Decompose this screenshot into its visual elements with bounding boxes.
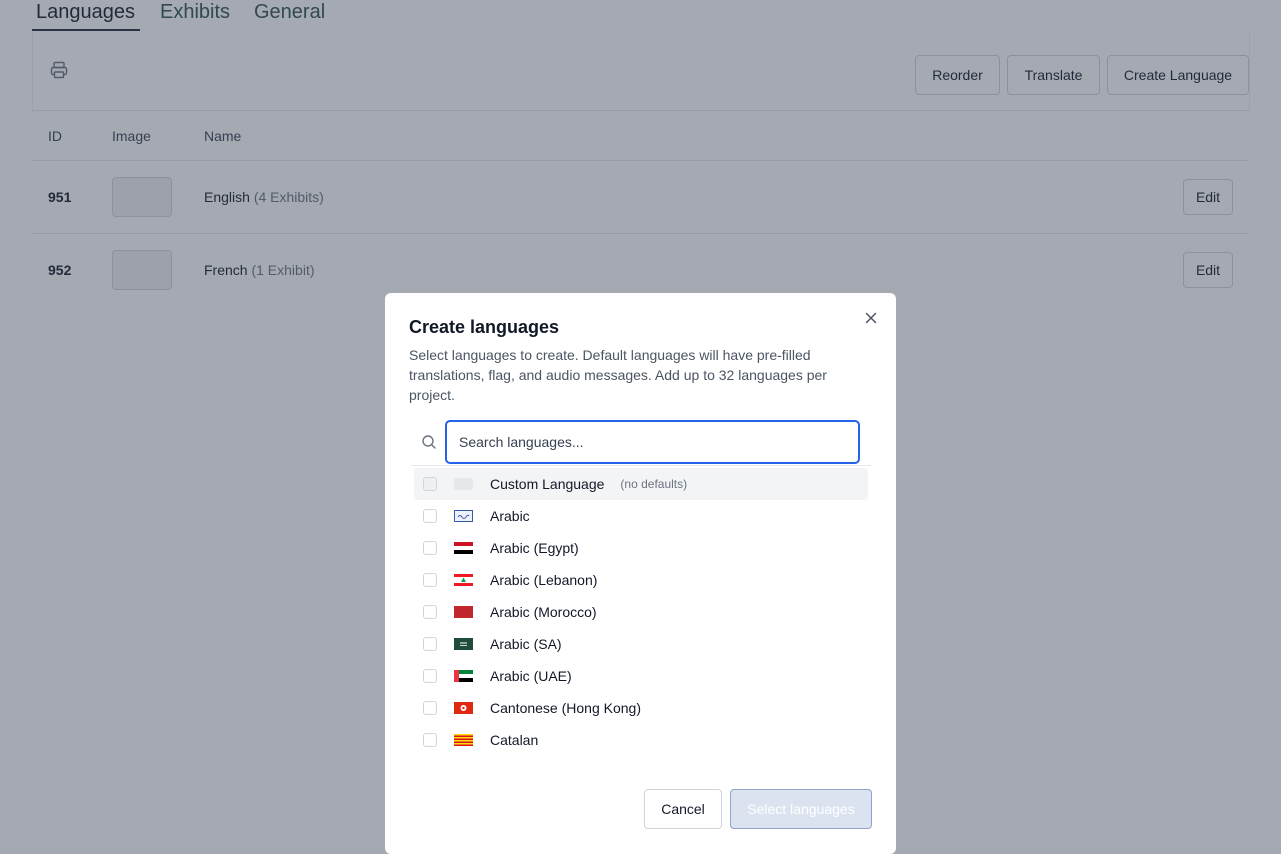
language-label: Custom Language [490, 476, 605, 492]
search-icon [421, 434, 437, 450]
arabic-flag-icon [454, 510, 473, 522]
saudi-flag-icon [454, 638, 473, 650]
language-list: Custom Language (no defaults) Arabic Ara… [414, 468, 868, 756]
language-label: Catalan [490, 732, 539, 748]
language-option-custom[interactable]: Custom Language (no defaults) [414, 468, 868, 500]
language-label: Cantonese (Hong Kong) [490, 700, 641, 716]
language-option-arabic-uae[interactable]: Arabic (UAE) [414, 660, 868, 692]
checkbox[interactable] [423, 637, 437, 651]
language-option-arabic-lebanon[interactable]: Arabic (Lebanon) [414, 564, 868, 596]
checkbox[interactable] [423, 701, 437, 715]
language-option-arabic-sa[interactable]: Arabic (SA) [414, 628, 868, 660]
checkbox[interactable] [423, 541, 437, 555]
language-option-cantonese-hong-kong[interactable]: Cantonese (Hong Kong) [414, 692, 868, 724]
checkbox[interactable] [423, 477, 437, 491]
select-languages-button[interactable]: Select languages [730, 789, 872, 829]
checkbox[interactable] [423, 733, 437, 747]
uae-flag-icon [454, 670, 473, 682]
language-note: (no defaults) [620, 477, 688, 491]
language-option-arabic-morocco[interactable]: Arabic (Morocco) [414, 596, 868, 628]
blank-flag-icon [454, 478, 473, 490]
search-languages-input[interactable] [445, 420, 860, 464]
catalan-flag-icon [454, 734, 473, 746]
dialog-title: Create languages [409, 317, 560, 337]
lebanon-flag-icon [454, 574, 473, 586]
language-option-arabic-egypt[interactable]: Arabic (Egypt) [414, 532, 868, 564]
language-label: Arabic (UAE) [490, 668, 572, 684]
language-option-arabic[interactable]: Arabic [414, 500, 868, 532]
divider [411, 465, 871, 466]
close-icon[interactable] [863, 310, 879, 326]
language-option-catalan[interactable]: Catalan [414, 724, 868, 756]
egypt-flag-icon [454, 542, 473, 554]
checkbox[interactable] [423, 605, 437, 619]
hong-kong-flag-icon [454, 702, 473, 714]
create-languages-dialog: Create languages Select languages to cre… [385, 293, 896, 854]
language-label: Arabic (Lebanon) [490, 572, 598, 588]
morocco-flag-icon [454, 606, 473, 618]
checkbox[interactable] [423, 669, 437, 683]
language-label: Arabic (Egypt) [490, 540, 579, 556]
language-label: Arabic [490, 508, 530, 524]
checkbox[interactable] [423, 573, 437, 587]
language-label: Arabic (Morocco) [490, 604, 597, 620]
cancel-button[interactable]: Cancel [644, 789, 722, 829]
checkbox[interactable] [423, 509, 437, 523]
language-label: Arabic (SA) [490, 636, 562, 652]
dialog-description: Select languages to create. Default lang… [409, 347, 827, 403]
